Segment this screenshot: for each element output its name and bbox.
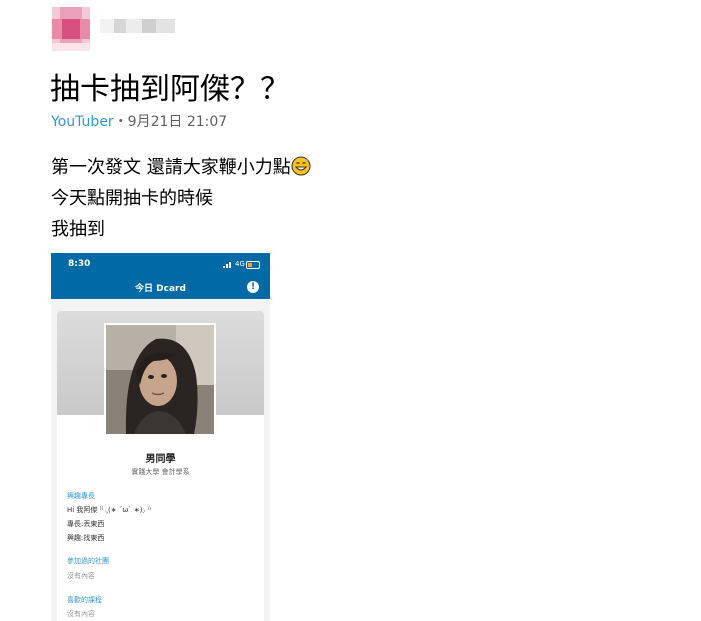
person-photo-icon: [106, 325, 214, 434]
content-line: 第一次發文 還請大家鞭小力點: [51, 152, 311, 183]
author-avatar[interactable]: [52, 7, 90, 51]
post-title: 抽卡抽到阿傑？？: [50, 72, 290, 107]
network-label: 4G: [235, 260, 245, 268]
battery-icon: [246, 261, 260, 269]
nav-title: 今日 Dcard: [135, 284, 186, 294]
content-line: 今天點開抽卡的時候: [51, 188, 213, 209]
profile-card: 男同學 實踐大學 會計學系 興趣專長 Hi 我阿傑 ⁽⁽ ◟(∗ ˊωˋ ∗)◞…: [57, 311, 264, 621]
profile-photo: [104, 323, 216, 436]
embedded-screenshot[interactable]: 8:30 4G 今日 Dcard ! 男同學 實踐大學 會計學系 興趣專長 Hi…: [51, 253, 270, 621]
section-title: 參加過的社團: [67, 557, 109, 565]
section-line: 專長:丟東西: [67, 520, 105, 528]
grinning-sweat-emoji-icon: [291, 156, 311, 176]
app-nav-bar: 今日 Dcard !: [51, 277, 270, 299]
section-title: 喜歡的課程: [67, 596, 102, 604]
post-content: 第一次發文 還請大家鞭小力點 今天點開抽卡的時候 我抽到: [51, 152, 311, 245]
post-date: ・9月21日 21:07: [113, 114, 228, 130]
content-line: 我抽到: [51, 219, 105, 240]
signal-icon: [223, 262, 231, 268]
section-line: 沒有內容: [67, 610, 95, 618]
section-line: Hi 我阿傑 ⁽⁽ ◟(∗ ˊωˋ ∗)◞ ⁾⁾: [67, 506, 151, 514]
profile-school: 實踐大學 會計學系: [131, 468, 190, 476]
status-time: 8:30: [68, 259, 91, 269]
section-title: 興趣專長: [67, 492, 95, 500]
profile-name: 男同學: [145, 454, 176, 465]
board-link[interactable]: YouTuber: [51, 114, 114, 130]
post-meta: YouTuber・9月21日 21:07: [51, 113, 227, 131]
section-line: 興趣:找東西: [67, 534, 105, 542]
author-name-blurred: [100, 19, 175, 33]
status-bar: 8:30 4G: [51, 253, 270, 277]
info-icon: !: [247, 281, 259, 293]
section-line: 沒有內容: [67, 572, 95, 580]
